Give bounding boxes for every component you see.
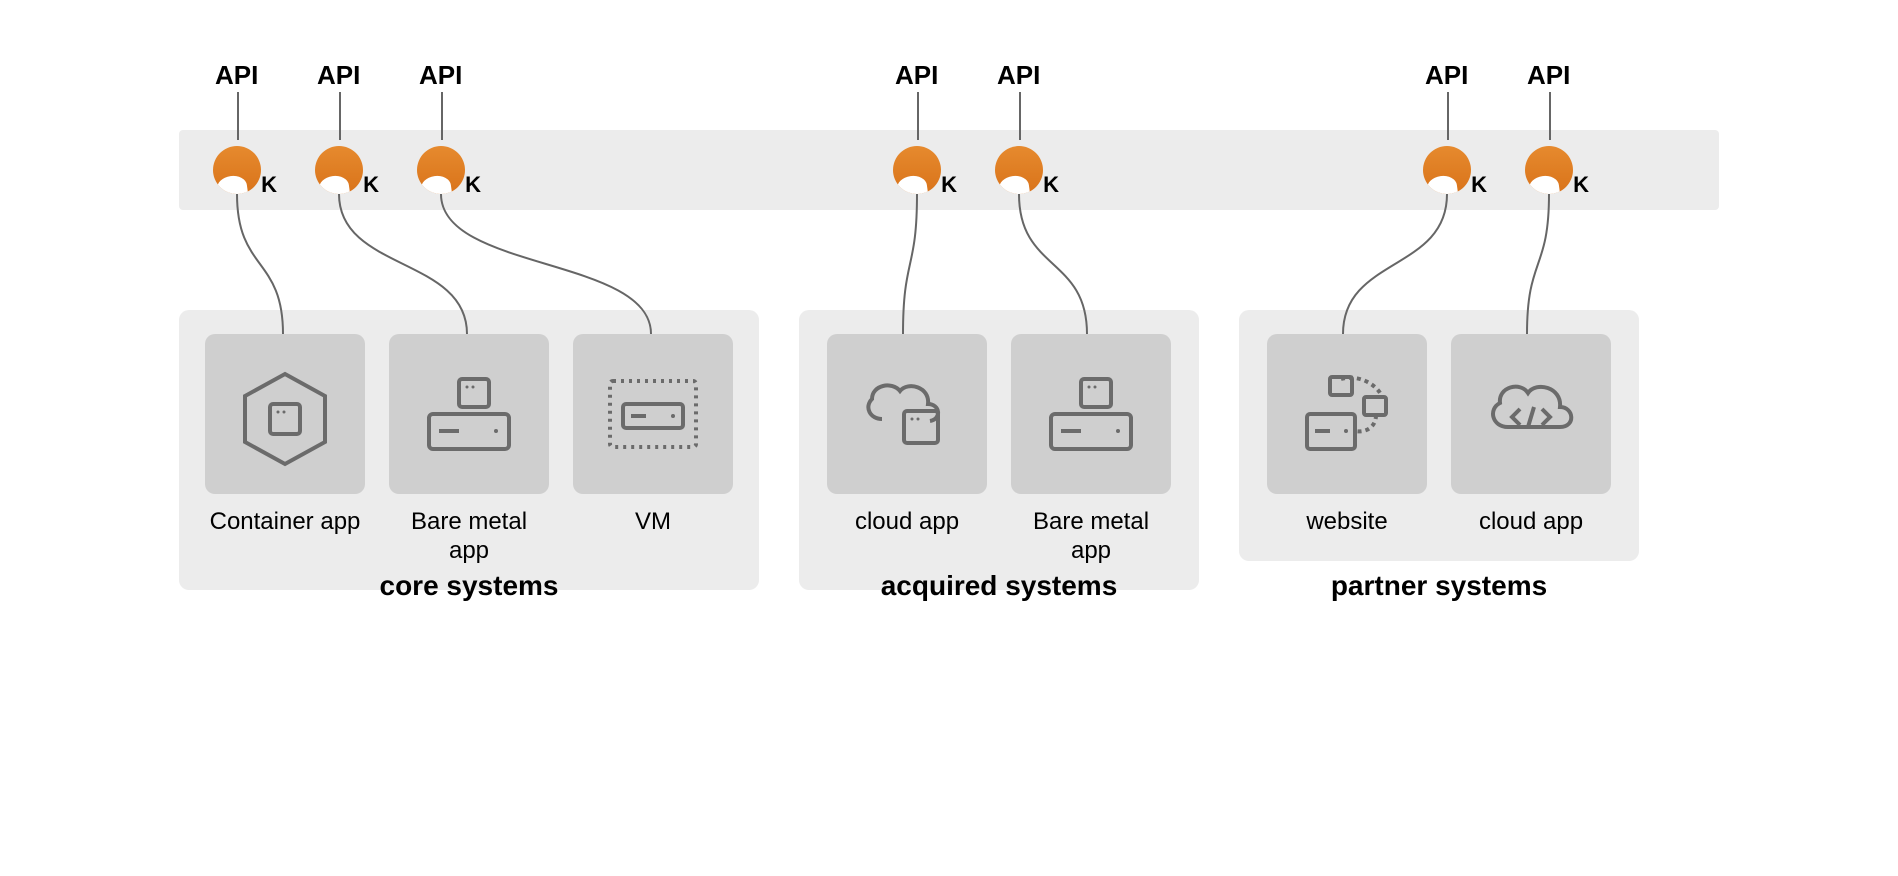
- tile: Bare metal app: [389, 334, 549, 566]
- bare-metal-tile: [1011, 334, 1171, 494]
- container-tile: [205, 334, 365, 494]
- tile: Container app: [205, 334, 365, 566]
- api-connector-line: [441, 92, 443, 140]
- cloud-code-tile: [1451, 334, 1611, 494]
- bare-metal-icon: [1036, 359, 1146, 469]
- api-label: API: [317, 60, 360, 91]
- tile: Bare metal app: [1011, 334, 1171, 566]
- cloud-code-icon: [1476, 359, 1586, 469]
- camel-k-icon: K: [893, 146, 941, 194]
- group-label-acquired: acquired systems: [881, 570, 1118, 602]
- tile-label: website: [1306, 508, 1387, 537]
- camel-k-icon: K: [1423, 146, 1471, 194]
- api-connector-line: [1447, 92, 1449, 140]
- vm-icon: [598, 359, 708, 469]
- bare-metal-icon: [414, 359, 524, 469]
- api-label: API: [997, 60, 1040, 91]
- api-label: API: [1527, 60, 1570, 91]
- group-label-core: core systems: [379, 570, 558, 602]
- tile: cloud app: [1451, 334, 1611, 537]
- group-acquired: cloud app Bare metal app: [799, 310, 1199, 590]
- tile-label: cloud app: [855, 508, 959, 537]
- website-icon: [1292, 359, 1402, 469]
- integration-bus: [179, 130, 1719, 210]
- bare-metal-tile: [389, 334, 549, 494]
- tile-label: Bare metal app: [389, 508, 549, 566]
- api-label: API: [1425, 60, 1468, 91]
- camel-k-icon: K: [1525, 146, 1573, 194]
- tile: cloud app: [827, 334, 987, 566]
- api-label: API: [215, 60, 258, 91]
- group-core: Container app Bare metal app VM: [179, 310, 759, 590]
- camel-k-icon: K: [213, 146, 261, 194]
- group-partner: website cloud app: [1239, 310, 1639, 561]
- camel-k-icon: K: [315, 146, 363, 194]
- cloud-app-icon: [852, 359, 962, 469]
- api-connector-line: [917, 92, 919, 140]
- cloud-app-tile: [827, 334, 987, 494]
- vm-tile: [573, 334, 733, 494]
- group-label-partner: partner systems: [1331, 570, 1547, 602]
- camel-k-icon: K: [417, 146, 465, 194]
- api-label: API: [895, 60, 938, 91]
- tile-label: Container app: [210, 508, 361, 537]
- api-connector-line: [339, 92, 341, 140]
- api-connector-line: [1019, 92, 1021, 140]
- tile: VM: [573, 334, 733, 566]
- tile-label: VM: [635, 508, 671, 537]
- tile-label: Bare metal app: [1011, 508, 1171, 566]
- camel-k-icon: K: [995, 146, 1043, 194]
- container-icon: [230, 359, 340, 469]
- tile-label: cloud app: [1479, 508, 1583, 537]
- tile: website: [1267, 334, 1427, 537]
- api-connector-line: [1549, 92, 1551, 140]
- website-tile: [1267, 334, 1427, 494]
- api-connector-line: [237, 92, 239, 140]
- api-label: API: [419, 60, 462, 91]
